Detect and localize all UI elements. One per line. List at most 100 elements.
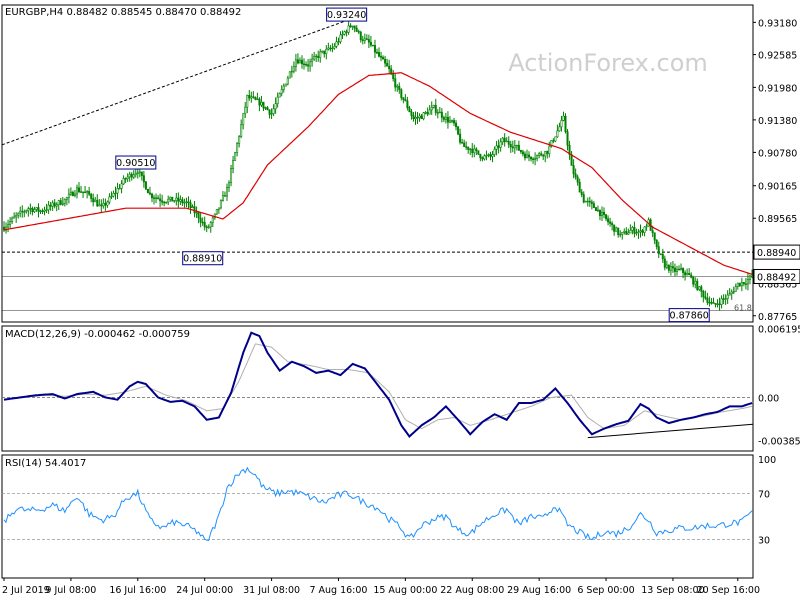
candle-body	[41, 210, 44, 212]
candle-body	[657, 246, 660, 255]
candle-body	[720, 298, 723, 305]
candle-body	[453, 120, 456, 124]
chart-canvas: ActionForex.com EURGBP,H4 0.88482 0.8854…	[0, 0, 800, 600]
candle-body	[692, 276, 695, 285]
candle-body	[309, 61, 312, 67]
candle-body	[203, 222, 206, 228]
candle-body	[416, 117, 419, 119]
candle-body	[246, 95, 249, 108]
candle-body	[461, 142, 464, 144]
candle-body	[138, 171, 141, 174]
candle-body	[594, 207, 597, 211]
candle-body	[651, 230, 654, 234]
candle-body	[580, 191, 583, 195]
candle-body	[732, 291, 735, 293]
candle-body	[617, 227, 620, 236]
price-annotation-label: 0.90510	[116, 158, 155, 169]
candle-body	[517, 144, 520, 151]
candle-body	[223, 195, 226, 197]
candle-body	[629, 230, 632, 234]
price-annotation-label: 0.88910	[183, 254, 222, 265]
candle-body	[345, 31, 348, 33]
candle-body	[728, 293, 731, 296]
candle-body	[189, 202, 192, 208]
x-tick-label: 24 Jul 00:00	[176, 585, 233, 596]
candle-body	[742, 282, 745, 285]
candle-body	[740, 282, 743, 287]
candle-body	[726, 294, 729, 299]
candle-body	[442, 117, 445, 120]
macd-title: MACD(12,26,9) -0.000462 -0.000759	[5, 329, 190, 340]
candle-body	[355, 27, 358, 32]
candle-body	[440, 111, 443, 118]
candle-body	[465, 146, 468, 148]
candle-body	[712, 302, 715, 304]
candle-body	[171, 196, 174, 202]
x-tick-label: 15 Aug 00:00	[373, 585, 437, 596]
candle-body	[27, 208, 30, 211]
candle-body	[110, 195, 113, 198]
candle-body	[181, 199, 184, 204]
candle-body	[532, 158, 535, 160]
candle-body	[365, 38, 368, 40]
candle-body	[558, 126, 561, 132]
candle-body	[382, 57, 385, 60]
candle-body	[392, 73, 395, 80]
candle-body	[234, 152, 237, 161]
candle-body	[643, 226, 646, 233]
candle-body	[33, 209, 36, 213]
candle-body	[333, 46, 336, 49]
candle-body	[414, 117, 417, 120]
candle-body	[700, 286, 703, 292]
candle-body	[157, 197, 160, 200]
candle-body	[201, 221, 204, 224]
candle-body	[55, 204, 58, 207]
candle-body	[450, 120, 453, 122]
candle-body	[331, 47, 334, 50]
candle-body	[126, 176, 129, 180]
candle-body	[459, 133, 462, 143]
x-tick-label: 16 Jul 16:00	[109, 585, 166, 596]
candle-body	[690, 274, 693, 278]
candle-body	[582, 194, 585, 203]
candle-body	[722, 298, 725, 300]
candle-body	[17, 212, 20, 216]
candle-body	[108, 196, 111, 203]
candle-body	[698, 286, 701, 290]
candle-body	[501, 137, 504, 143]
candle-body	[525, 154, 528, 159]
candle-body	[236, 143, 239, 153]
candle-body	[35, 207, 38, 210]
candle-body	[343, 31, 346, 35]
candle-body	[562, 115, 565, 121]
candle-body	[280, 89, 283, 94]
candle-body	[572, 165, 575, 175]
candle-body	[673, 267, 676, 272]
candle-body	[418, 115, 421, 118]
candle-body	[325, 48, 328, 55]
candle-body	[570, 154, 573, 166]
candle-body	[653, 232, 656, 241]
candle-body	[481, 157, 484, 160]
candle-body	[252, 96, 255, 98]
candle-body	[578, 181, 581, 193]
candle-body	[675, 268, 678, 272]
candle-body	[544, 150, 547, 157]
candle-body	[438, 111, 441, 114]
candle-body	[290, 70, 293, 73]
candle-body	[505, 140, 508, 143]
candle-body	[311, 58, 314, 63]
candle-body	[284, 83, 287, 87]
candle-body	[116, 188, 119, 194]
candle-body	[161, 200, 164, 203]
candle-body	[408, 107, 411, 113]
x-tick-label: 7 Aug 16:00	[309, 585, 367, 596]
candle-body	[375, 51, 378, 54]
candle-body	[434, 104, 437, 113]
x-tick-label: 9 Jul 08:00	[45, 585, 96, 596]
candle-body	[428, 109, 431, 115]
candle-body	[144, 181, 147, 190]
candle-body	[102, 202, 105, 207]
candle-body	[268, 109, 271, 115]
candle-body	[627, 232, 630, 235]
